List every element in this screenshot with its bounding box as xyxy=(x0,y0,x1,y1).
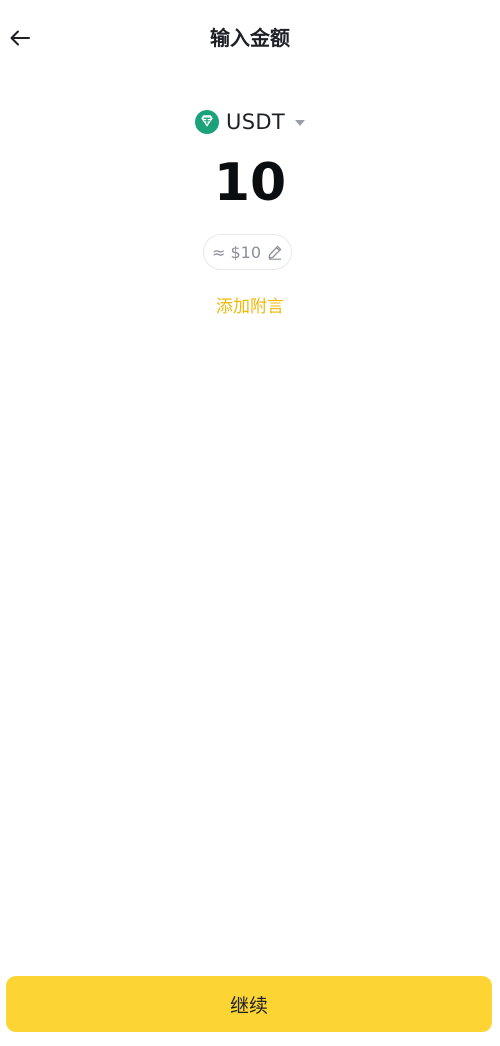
currency-selector[interactable]: USDT xyxy=(195,110,305,134)
add-note-link[interactable]: 添加附言 xyxy=(0,294,500,320)
page-title: 输入金额 xyxy=(210,26,290,50)
fiat-equivalent-pill[interactable]: ≈ $10 xyxy=(203,234,292,270)
fiat-equivalent-text: ≈ $10 xyxy=(211,242,262,262)
continue-button-label: 继续 xyxy=(229,994,268,1017)
tether-icon xyxy=(195,110,220,134)
amount-value[interactable]: 10 xyxy=(0,150,500,216)
continue-button[interactable]: 继续 xyxy=(6,976,492,1032)
amount-entry-screen: 输入金额 USDT 10 ≈ $10 添加附言 继续 xyxy=(0,0,500,1046)
header: 输入金额 xyxy=(0,0,500,76)
caret-down-icon xyxy=(294,120,305,126)
currency-row: USDT xyxy=(0,106,500,138)
currency-symbol: USDT xyxy=(226,110,285,134)
pencil-icon xyxy=(268,245,282,260)
